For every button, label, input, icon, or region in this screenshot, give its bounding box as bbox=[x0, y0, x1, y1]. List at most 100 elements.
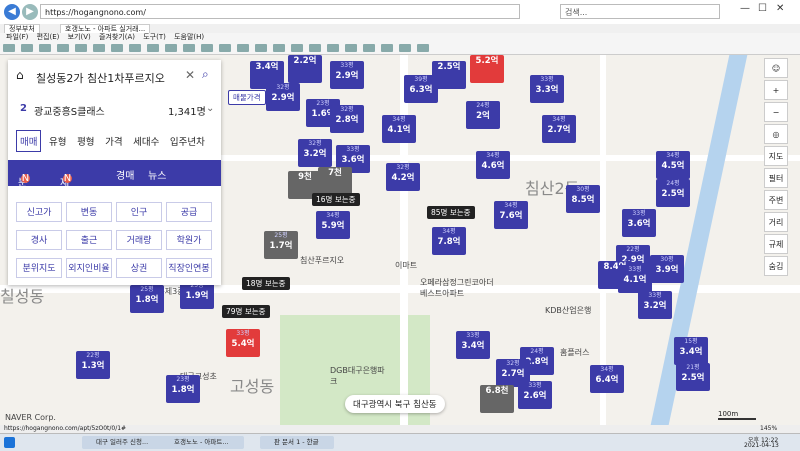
favorite-icon[interactable] bbox=[75, 44, 87, 52]
tab-auction[interactable]: 경매 bbox=[116, 167, 134, 182]
price-marker[interactable]: 6.8천 bbox=[480, 385, 514, 413]
user-icon[interactable]: ☺ bbox=[764, 58, 788, 78]
favorite-icon[interactable] bbox=[165, 44, 177, 52]
price-marker[interactable]: 23평 1.8억 bbox=[166, 375, 200, 403]
locate-icon[interactable]: ◎ bbox=[764, 124, 788, 144]
favorite-icon[interactable] bbox=[291, 44, 303, 52]
feature-button[interactable]: 상권 bbox=[116, 258, 162, 278]
favorite-icon[interactable] bbox=[147, 44, 159, 52]
regulation-button[interactable]: 규제 bbox=[764, 234, 788, 254]
feature-button[interactable]: 인구 bbox=[116, 202, 162, 222]
price-marker[interactable]: 25평 1.7억 bbox=[264, 231, 298, 259]
favorite-icon[interactable] bbox=[237, 44, 249, 52]
price-marker[interactable]: 33평 3.3억 bbox=[530, 75, 564, 103]
price-marker[interactable]: 33평 3.2억 bbox=[638, 291, 672, 319]
feature-button[interactable]: 외지인비율 bbox=[66, 258, 112, 278]
price-marker[interactable]: 22평 1.3억 bbox=[76, 351, 110, 379]
search-text[interactable]: 칠성동2가 침산1차푸르지오 bbox=[36, 70, 165, 86]
price-marker[interactable]: 2.2억 bbox=[288, 55, 322, 83]
favorite-icon[interactable] bbox=[273, 44, 285, 52]
favorite-icon[interactable] bbox=[21, 44, 33, 52]
hide-button[interactable]: 숨김 bbox=[764, 256, 788, 276]
tab-households[interactable]: 세대수 bbox=[130, 131, 162, 151]
price-marker[interactable]: 34평 4.5억 bbox=[656, 151, 690, 179]
price-marker[interactable]: 32평 3.2억 bbox=[298, 139, 332, 167]
menu-tools[interactable]: 도구(T) bbox=[143, 33, 166, 41]
forward-icon[interactable]: ▶ bbox=[22, 4, 38, 20]
price-marker[interactable]: 7천 bbox=[318, 167, 352, 195]
menu-help[interactable]: 도움말(H) bbox=[174, 33, 204, 41]
feature-button[interactable]: 변동 bbox=[66, 202, 112, 222]
tab-size[interactable]: 평형 bbox=[74, 131, 97, 151]
zoom-level[interactable]: 145% bbox=[760, 425, 777, 433]
search-input[interactable]: 검색... bbox=[560, 4, 720, 19]
price-marker[interactable]: 32평 2.8억 bbox=[330, 105, 364, 133]
favorite-icon[interactable] bbox=[327, 44, 339, 52]
feature-button[interactable]: 거래량 bbox=[116, 230, 162, 250]
price-marker[interactable]: 25평 1.9억 bbox=[180, 281, 214, 309]
feature-button[interactable]: 경사 bbox=[16, 230, 62, 250]
favorite-icon[interactable] bbox=[3, 44, 15, 52]
favorite-icon[interactable] bbox=[381, 44, 393, 52]
price-marker[interactable]: 25평 1.8억 bbox=[130, 285, 164, 313]
price-marker[interactable]: 34평 5.9억 bbox=[316, 211, 350, 239]
price-marker[interactable]: 34평 6.4억 bbox=[590, 365, 624, 393]
favorite-icon[interactable] bbox=[111, 44, 123, 52]
feature-button[interactable]: 신고가 bbox=[16, 202, 62, 222]
nearby-button[interactable]: 주변 bbox=[764, 190, 788, 210]
favorite-icon[interactable] bbox=[201, 44, 213, 52]
price-marker[interactable]: 33평 3.4억 bbox=[456, 331, 490, 359]
price-marker[interactable]: 34평 4.6억 bbox=[476, 151, 510, 179]
back-icon[interactable]: ◀ bbox=[4, 4, 20, 20]
tab-trade[interactable]: 매매 bbox=[16, 130, 42, 152]
favorite-icon[interactable] bbox=[93, 44, 105, 52]
price-marker[interactable]: 34평 2.7억 bbox=[542, 115, 576, 143]
price-marker[interactable]: 34평 7.8억 bbox=[432, 227, 466, 255]
task-item[interactable]: 호갱노노 - 아파트... bbox=[160, 436, 244, 449]
favorite-icon[interactable] bbox=[399, 44, 411, 52]
home-icon[interactable]: ⌂ bbox=[16, 68, 24, 82]
menu-view[interactable]: 보기(V) bbox=[68, 33, 91, 41]
filter-button[interactable]: 필터 bbox=[764, 168, 788, 188]
price-marker[interactable]: 32평 2.9억 bbox=[266, 83, 300, 111]
feature-button[interactable]: 학원가 bbox=[166, 230, 212, 250]
task-item[interactable]: 대구 일러주 신청... bbox=[82, 436, 166, 449]
price-marker[interactable]: 21평 2.5억 bbox=[676, 363, 710, 391]
zoom-out-button[interactable]: − bbox=[764, 102, 788, 122]
price-marker[interactable]: 24평 2억 bbox=[466, 101, 500, 129]
favorite-icon[interactable] bbox=[255, 44, 267, 52]
favorite-icon[interactable] bbox=[219, 44, 231, 52]
price-marker[interactable]: 34평 4.1억 bbox=[382, 115, 416, 143]
result-name[interactable]: 광교중흥S클래스 bbox=[34, 103, 105, 118]
favorite-icon[interactable] bbox=[57, 44, 69, 52]
price-marker[interactable]: 24평 2.5억 bbox=[656, 179, 690, 207]
menu-edit[interactable]: 편집(E) bbox=[37, 33, 60, 41]
price-marker[interactable]: 39평 6.3억 bbox=[404, 75, 438, 103]
distance-button[interactable]: 거리 bbox=[764, 212, 788, 232]
feature-button[interactable]: 직장인연봉 bbox=[166, 258, 212, 278]
location-pill[interactable]: 대구광역시 북구 침산동 bbox=[345, 395, 445, 413]
favorite-icon[interactable] bbox=[183, 44, 195, 52]
task-item[interactable]: 판 문서 1 - 한글 bbox=[260, 436, 334, 449]
price-marker[interactable]: 33평 3.6억 bbox=[622, 209, 656, 237]
favorite-icon[interactable] bbox=[309, 44, 321, 52]
start-icon[interactable] bbox=[4, 437, 15, 448]
minimize-icon[interactable]: — bbox=[740, 3, 750, 14]
chevron-down-icon[interactable]: ⌄ bbox=[206, 103, 214, 114]
tab-type[interactable]: 유형 bbox=[46, 131, 69, 151]
price-tag[interactable]: 매물가격 bbox=[228, 90, 266, 105]
favorite-icon[interactable] bbox=[129, 44, 141, 52]
price-marker[interactable]: 32평 4.2억 bbox=[386, 163, 420, 191]
zoom-in-button[interactable]: + bbox=[764, 80, 788, 100]
feature-button[interactable]: 출근 bbox=[66, 230, 112, 250]
tab-move-in-year[interactable]: 입주년차 bbox=[167, 131, 208, 151]
tab-news[interactable]: 뉴스 bbox=[148, 167, 166, 182]
favorite-icon[interactable] bbox=[345, 44, 357, 52]
feature-button[interactable]: 분위지도 bbox=[16, 258, 62, 278]
price-marker[interactable]: 30평 8.5억 bbox=[566, 185, 600, 213]
price-marker[interactable]: 33평 5.4억 bbox=[226, 329, 260, 357]
search-icon[interactable]: ⌕ bbox=[202, 67, 209, 82]
menu-favorites[interactable]: 즐겨찾기(A) bbox=[99, 33, 135, 41]
price-marker[interactable]: 5.2억 bbox=[470, 55, 504, 83]
feature-button[interactable]: 공급 bbox=[166, 202, 212, 222]
